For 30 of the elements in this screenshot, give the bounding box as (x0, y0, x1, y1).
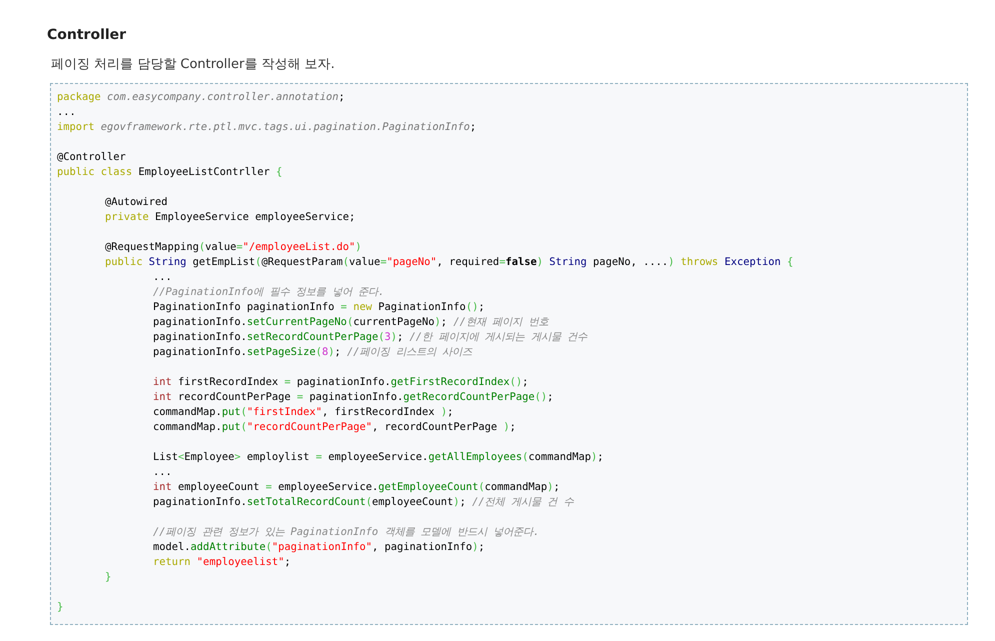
code-line: paginationInfo.setCurrentPageNo(currentPageNo); //현재 페이지 번호 (153, 316, 548, 328)
code-line: paginationInfo.setTotalRecordCount(employeeCount); //전체 게시물 건 수 (153, 496, 574, 508)
code-line: int recordCountPerPage = paginationInfo.getRecordCountPerPage(); (153, 391, 554, 403)
code-line: //PaginationInfo에 필수 정보를 넣어 준다. (153, 286, 384, 298)
code-line: @RequestMapping(value="/employeeList.do") (105, 241, 362, 253)
code-line: List<Employee> employlist = employeeService.getAllEmployees(commandMap); (153, 451, 604, 463)
code-line: @Autowired (105, 196, 168, 208)
code-line: ... (153, 271, 172, 283)
code-line: ... (153, 466, 172, 478)
code-line: return "employeelist"; (153, 556, 291, 568)
code-line: import egovframework.rte.ptl.mvc.tags.ui.pagination.PaginationInfo; (57, 121, 476, 133)
code-line: PaginationInfo paginationInfo = new PaginationInfo(); (153, 301, 485, 313)
code-line: private EmployeeService employeeService; (105, 211, 356, 223)
code-line: commandMap.put("firstIndex", firstRecordIndex ); (153, 406, 454, 418)
code-line: package com.easycompany.controller.annotation; (57, 91, 345, 103)
code-line: int firstRecordIndex = paginationInfo.getFirstRecordIndex(); (153, 376, 528, 388)
code-line: public String getEmpList(@RequestParam(value="pageNo", required=false) String pageNo, ....) throws Exception { (105, 256, 794, 268)
code-line: paginationInfo.setPageSize(8); //페이징 리스트의 사이즈 (153, 346, 472, 358)
code-line: int employeeCount = employeeService.getEmployeeCount(commandMap); (153, 481, 560, 493)
code-line: @Controller (57, 151, 126, 163)
code-line: } (105, 571, 112, 583)
code-line: ... (57, 106, 76, 118)
intro-text: 페이징 처리를 담당할 Controller를 작성해 보자. (51, 56, 336, 74)
code-line: model.addAttribute("paginationInfo", paginationInfo); (153, 541, 485, 553)
code-line: paginationInfo.setRecordCountPerPage(3); //한 페이지에 게시되는 게시물 건수 (153, 331, 588, 343)
code-line: commandMap.put("recordCountPerPage", recordCountPerPage ); (153, 421, 516, 433)
code-line: //페이징 관련 정보가 있는 PaginationInfo 객체를 모델에 반드시 넣어준다. (153, 526, 540, 538)
code-line: public class EmployeeListContrller { (57, 166, 282, 178)
section-heading: Controller (47, 26, 128, 44)
code-line: } (57, 601, 64, 613)
